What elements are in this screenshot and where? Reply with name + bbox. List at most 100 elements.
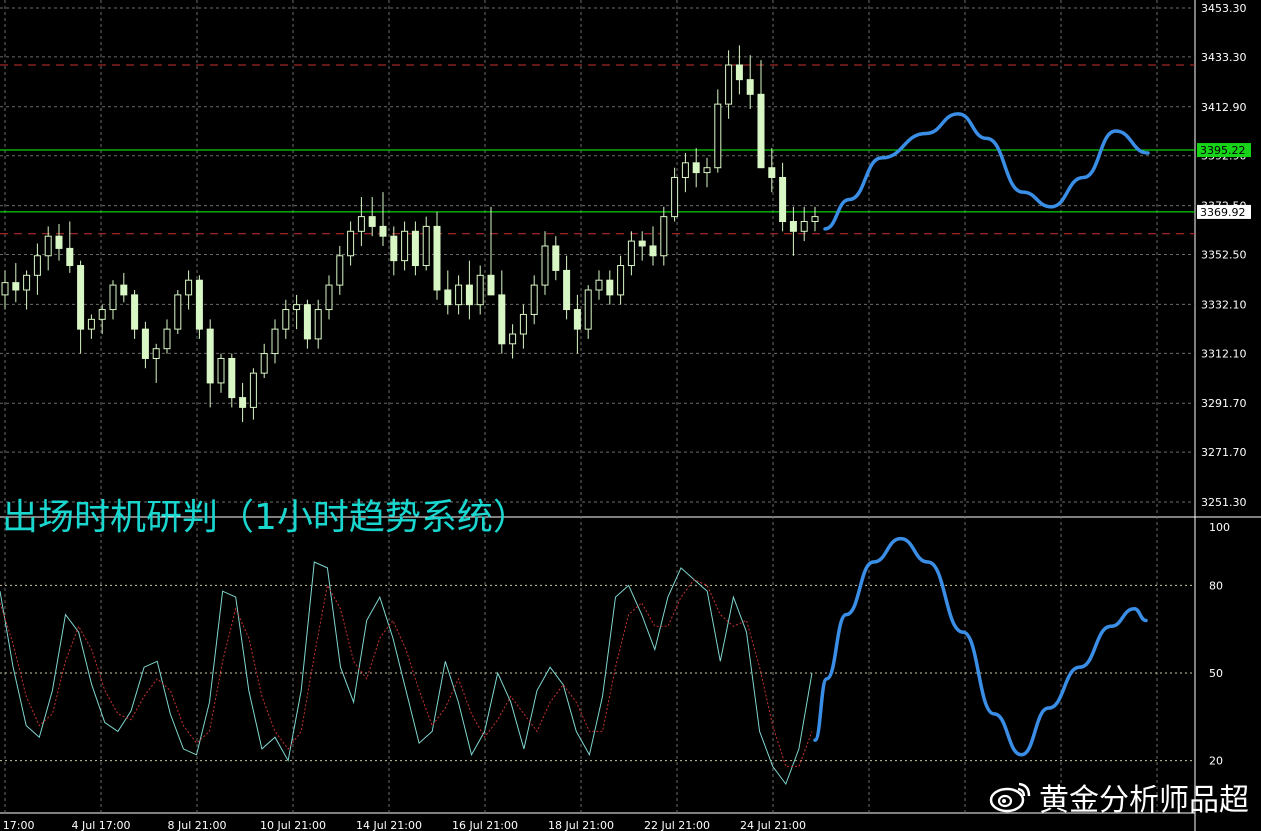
price-tick-label: 3453.30 [1201, 2, 1247, 15]
candle-body [120, 284, 128, 296]
candle-body [779, 176, 787, 223]
candle-body [433, 225, 441, 291]
time-tick-label: 2 Jul 17:00 [0, 819, 34, 831]
candle-body [303, 304, 311, 340]
candle-body [390, 235, 398, 262]
time-tick-label: 24 Jul 21:00 [740, 819, 806, 831]
candle-body [422, 225, 430, 267]
time-tick-label: 4 Jul 17:00 [72, 819, 131, 831]
candle-body [789, 221, 797, 232]
candle-body [347, 230, 355, 257]
candle-body [498, 294, 506, 345]
candle-body [476, 274, 484, 306]
time-tick-label: 10 Jul 21:00 [260, 819, 326, 831]
candle-body [552, 245, 560, 271]
watermark-handle: 黄金分析师品超 [1039, 783, 1249, 818]
candle-body [800, 221, 808, 232]
candle-body [584, 289, 592, 330]
osc-tick-label: 20 [1209, 755, 1223, 768]
candle-body [33, 255, 41, 276]
candle-body [811, 216, 819, 223]
watermark: 黄金分析师品超 [989, 775, 1249, 819]
candle-body [77, 265, 85, 330]
price-tick-label: 3433.30 [1201, 51, 1247, 64]
price-tick-label: 3312.10 [1201, 347, 1247, 360]
weibo-icon [989, 782, 1031, 813]
candle-body [401, 230, 409, 262]
candle-body [55, 235, 63, 249]
time-tick-label: 16 Jul 21:00 [452, 819, 518, 831]
background [0, 0, 1261, 831]
candle-body [746, 79, 754, 95]
price-tick-label: 3412.90 [1201, 101, 1247, 114]
candle-body [336, 255, 344, 286]
price-tick-label: 3251.30 [1201, 496, 1247, 509]
price-tick-label: 3271.70 [1201, 446, 1247, 459]
candle-body [325, 284, 333, 311]
candle-body [141, 328, 149, 359]
candle-body [681, 162, 689, 178]
candle-body [260, 353, 268, 374]
candle-body [606, 279, 614, 296]
candle-body [368, 216, 376, 227]
candle-body [239, 397, 247, 408]
candle-body [131, 294, 139, 330]
candle-body [293, 304, 301, 311]
candle-body [455, 284, 463, 306]
candle-body [627, 240, 635, 267]
candle-body [649, 245, 657, 257]
candle-body [519, 313, 527, 335]
candle-body [725, 64, 733, 105]
candle-body [12, 282, 20, 291]
candle-body [692, 162, 700, 174]
candle-body [671, 176, 679, 218]
candle-body [563, 269, 571, 311]
time-tick-label: 22 Jul 21:00 [644, 819, 710, 831]
candle-body [703, 167, 711, 174]
candle-body [87, 318, 95, 330]
time-tick-label: 8 Jul 21:00 [168, 819, 227, 831]
candle-body [206, 328, 214, 384]
candle-body [163, 328, 171, 350]
overlay-caption: 出场时机研判（1小时趋势系统） [2, 497, 529, 538]
candle-body [595, 279, 603, 291]
candle-body [379, 225, 387, 237]
candle-body [23, 274, 31, 291]
candle-body [757, 93, 765, 169]
candle-body [152, 348, 160, 359]
candle-body [735, 64, 743, 81]
candle-body [98, 309, 106, 320]
candle-body [228, 357, 236, 399]
candle-body [282, 309, 290, 330]
price-tick-label: 3332.10 [1201, 298, 1247, 311]
candle-body [109, 284, 117, 311]
price-tick-label: 3291.70 [1201, 397, 1247, 410]
osc-tick-label: 50 [1209, 667, 1223, 680]
price-badge-secondary-label: 3369.92 [1200, 206, 1246, 219]
candle-body [217, 357, 225, 384]
candle-body [465, 284, 473, 306]
candle-body [314, 309, 322, 340]
candle-body [714, 103, 722, 169]
candle-body [768, 167, 776, 178]
time-tick-label: 18 Jul 21:00 [548, 819, 614, 831]
candle-body [44, 235, 52, 257]
osc-tick-label: 100 [1209, 521, 1230, 534]
candle-body [617, 265, 625, 296]
candle-body [249, 372, 257, 408]
candle-body [411, 230, 419, 267]
candle-body [174, 294, 182, 330]
candle-body [530, 284, 538, 315]
candle-body [509, 333, 517, 345]
time-tick-label: 14 Jul 21:00 [356, 819, 422, 831]
candle-body [487, 274, 495, 296]
osc-tick-label: 80 [1209, 579, 1223, 592]
candle-body [1, 282, 9, 296]
candle-body [444, 289, 452, 306]
candle-body [195, 279, 203, 330]
candle-body [541, 245, 549, 286]
candle-body [185, 279, 193, 296]
candle-body [66, 247, 74, 267]
candle-body [660, 216, 668, 257]
candle-body [638, 240, 646, 247]
